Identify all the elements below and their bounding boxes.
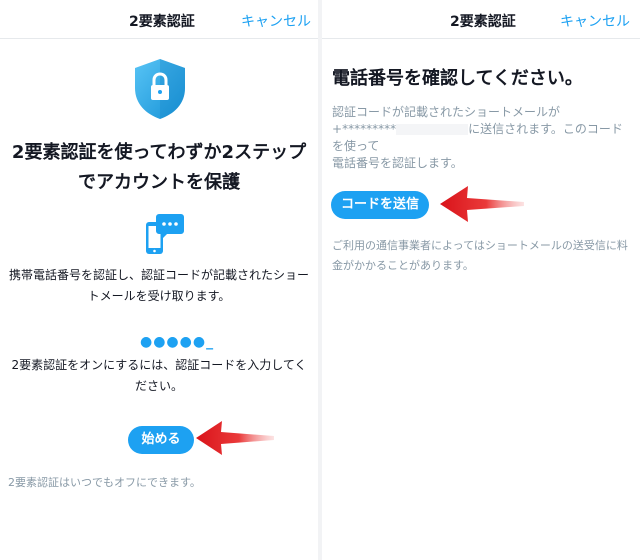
hero-line-2: でアカウントを保護 bbox=[78, 172, 240, 193]
footer-note: 2要素認証はいつでもオフにできます。 bbox=[8, 476, 201, 489]
red-arrow-icon bbox=[440, 186, 524, 222]
nav-title: 2要素認証 bbox=[450, 14, 516, 30]
start-button[interactable]: 始める bbox=[128, 426, 194, 454]
masked-number: ********* bbox=[342, 122, 397, 136]
cancel-button[interactable]: キャンセル bbox=[241, 11, 311, 31]
navbar: 2要素認証 キャンセル bbox=[322, 0, 640, 39]
carrier-note: ご利用の通信事業者によってはショートメールの送受信に料金がかかることがあります。 bbox=[332, 239, 628, 272]
verify-phone-screen: 2要素認証 キャンセル 電話番号を確認してください。 認証コードが記載されたショ… bbox=[322, 0, 640, 560]
enable-info-line-2: ださい。 bbox=[134, 379, 183, 393]
verify-description: 認証コードが記載されたショートメールが +********* に送信されます。この… bbox=[332, 104, 632, 172]
sms-info-line-2: トメールを受け取ります。 bbox=[87, 289, 231, 303]
cancel-button[interactable]: キャンセル bbox=[560, 11, 630, 31]
red-arrow-icon bbox=[196, 421, 274, 455]
phone-chat-icon bbox=[146, 214, 184, 254]
shield-lock-icon bbox=[135, 59, 185, 119]
send-code-button[interactable]: コードを送信 bbox=[331, 191, 429, 219]
intro-screen: 2要素認証 キャンセル 2要素認証を使ってわずか2ステップ でアカウントを保護 … bbox=[0, 0, 318, 560]
hero-line-1: 2要素認証を使ってわずか2ステップ bbox=[11, 142, 307, 163]
desc-line-3: 電話番号を認証します。 bbox=[332, 156, 463, 170]
redacted-phone-number bbox=[396, 124, 469, 135]
code-placeholder: ●●●●●_ bbox=[140, 334, 215, 350]
desc-line-2: +********* に送信されます。このコードを使って bbox=[332, 121, 632, 155]
phone-plus: + bbox=[332, 122, 343, 136]
page-title: 電話番号を確認してください。 bbox=[332, 68, 583, 89]
nav-title: 2要素認証 bbox=[129, 14, 195, 30]
navbar: 2要素認証 キャンセル bbox=[0, 0, 318, 39]
desc-line-1: 認証コードが記載されたショートメールが bbox=[332, 105, 561, 119]
